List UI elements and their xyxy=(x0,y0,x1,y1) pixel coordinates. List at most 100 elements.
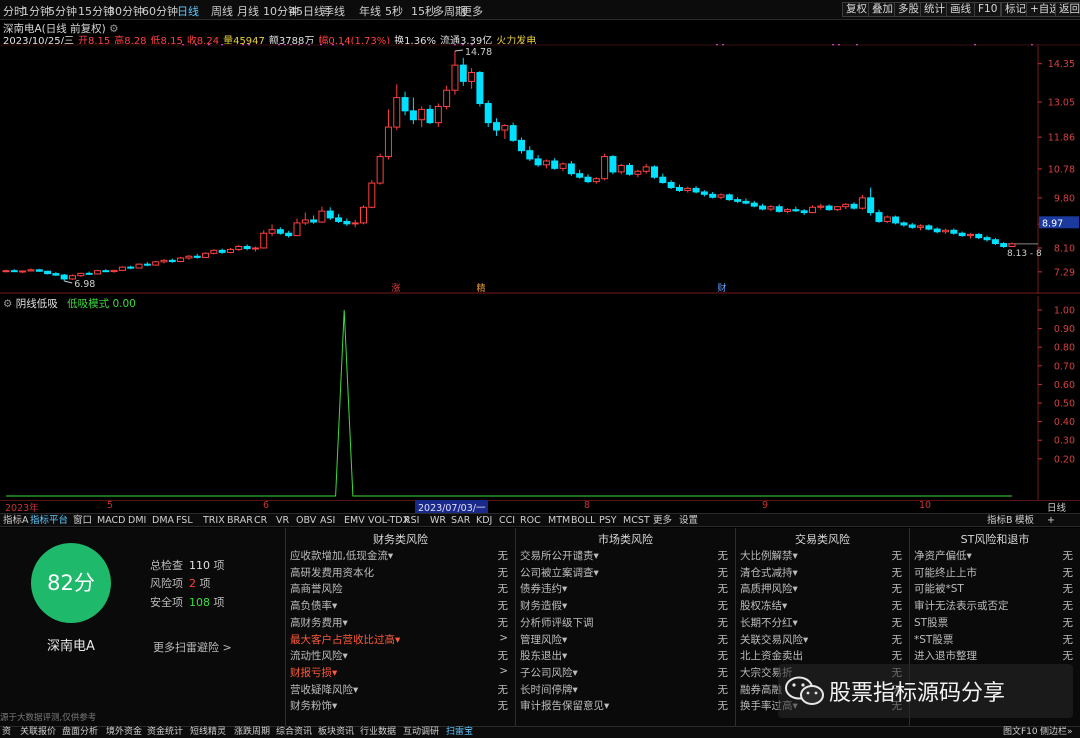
candle-body[interactable] xyxy=(950,229,958,234)
candle-body[interactable] xyxy=(692,187,700,193)
candle-body[interactable] xyxy=(434,105,442,124)
candle-body[interactable] xyxy=(60,274,68,280)
bottom-tab-5[interactable]: 涨跌周期 xyxy=(234,727,270,738)
bottom-tab-10[interactable]: 扫雷宝 xyxy=(446,727,473,738)
candle-body[interactable] xyxy=(759,205,767,210)
candle-body[interactable] xyxy=(418,108,426,121)
candle-body[interactable] xyxy=(443,89,451,107)
period-tab-4[interactable]: 30分钟 xyxy=(108,3,144,19)
candle-body[interactable] xyxy=(501,125,509,131)
risk-item-label[interactable]: 高财务费用▾ xyxy=(290,615,348,630)
toolbar-button-2[interactable]: 多股 xyxy=(894,2,923,17)
bottom-tab-7[interactable]: 板块资讯 xyxy=(318,727,354,738)
risk-item-label[interactable]: 长期不分红▾ xyxy=(740,615,798,630)
candle-body[interactable] xyxy=(626,164,634,175)
indicator-tab-6[interactable]: FSL xyxy=(176,514,193,527)
candlestick-chart[interactable]: 14.3513.0511.8610.789.808.918.107.298.97… xyxy=(0,44,1080,294)
period-tab-16[interactable]: 更多 xyxy=(461,3,483,19)
risk-item-label[interactable]: 最大客户占营收比过高▾ xyxy=(290,632,400,647)
candle-body[interactable] xyxy=(983,237,991,241)
candle-body[interactable] xyxy=(842,203,850,208)
indicator-tab-18[interactable]: KDJ xyxy=(476,514,492,527)
risk-item-label[interactable]: 流动性风险▾ xyxy=(290,648,348,663)
candle-body[interactable] xyxy=(1008,243,1016,248)
candle-body[interactable] xyxy=(609,156,617,173)
indicator-line[interactable] xyxy=(6,309,1012,497)
risk-item-label[interactable]: 交易所公开谴责▾ xyxy=(520,548,599,563)
risk-item-label[interactable]: 审计报告保留意见▾ xyxy=(520,698,609,713)
candle-body[interactable] xyxy=(127,266,135,269)
candle-body[interactable] xyxy=(559,163,567,169)
candle-body[interactable] xyxy=(617,164,625,173)
risk-item-label[interactable]: 高商誉风险 xyxy=(290,581,343,596)
candle-body[interactable] xyxy=(551,160,559,169)
candle-body[interactable] xyxy=(601,156,609,180)
period-tab-1[interactable]: 1分钟 xyxy=(22,3,51,19)
indicator-tab-12[interactable]: ASI xyxy=(320,514,335,527)
bottom-tab-6[interactable]: 综合资讯 xyxy=(276,727,312,738)
bottom-tab-9[interactable]: 互动调研 xyxy=(403,727,439,738)
indicator-tab-11[interactable]: OBV xyxy=(296,514,316,527)
candle-body[interactable] xyxy=(684,187,692,191)
period-tab-12[interactable]: 年线 xyxy=(359,3,381,19)
candle-body[interactable] xyxy=(251,247,259,250)
bottom-tab-1[interactable]: 盘面分析 xyxy=(62,727,98,738)
candle-body[interactable] xyxy=(875,212,883,222)
candle-body[interactable] xyxy=(767,206,775,210)
risk-item-label[interactable]: 审计无法表示或否定 xyxy=(914,598,1009,613)
indicator-tab-19[interactable]: CCI xyxy=(499,514,515,527)
indicator-tab-16[interactable]: WR xyxy=(430,514,446,527)
candle-body[interactable] xyxy=(27,269,35,272)
candle-body[interactable] xyxy=(135,263,143,269)
candle-body[interactable] xyxy=(941,229,949,233)
candle-body[interactable] xyxy=(143,263,151,266)
bottom-tab-left[interactable]: 资 xyxy=(2,727,11,738)
candle-body[interactable] xyxy=(642,166,650,172)
candle-body[interactable] xyxy=(709,193,717,198)
period-tab-8[interactable]: 月线 xyxy=(237,3,259,19)
risk-item-label[interactable]: 财务粉饰▾ xyxy=(290,698,337,713)
candle-body[interactable] xyxy=(933,228,941,233)
candle-body[interactable] xyxy=(384,126,392,158)
candle-body[interactable] xyxy=(534,158,542,166)
candle-body[interactable] xyxy=(10,270,18,273)
toolbar-button-1[interactable]: 叠加 xyxy=(868,2,897,17)
risk-item-label[interactable]: 公司被立案调查▾ xyxy=(520,565,599,580)
indicator-tab-0[interactable]: 指标A xyxy=(3,514,29,527)
risk-item-label[interactable]: 股东退出▾ xyxy=(520,648,567,663)
candle-body[interactable] xyxy=(808,206,816,214)
candle-body[interactable] xyxy=(335,217,343,222)
candle-body[interactable] xyxy=(52,273,60,276)
indicator-tab-3[interactable]: MACD xyxy=(97,514,125,527)
period-tab-2[interactable]: 5分钟 xyxy=(48,3,77,19)
candle-body[interactable] xyxy=(110,269,118,273)
candle-body[interactable] xyxy=(742,200,750,204)
candle-body[interactable] xyxy=(925,225,933,230)
period-tab-5[interactable]: 60分钟 xyxy=(142,3,178,19)
risk-item-label[interactable]: 管理风险▾ xyxy=(520,632,567,647)
candle-body[interactable] xyxy=(792,209,800,212)
candle-body[interactable] xyxy=(202,252,210,258)
risk-item-label[interactable]: 大比例解禁▾ xyxy=(740,548,798,563)
indicator-tab-7[interactable]: TRIX xyxy=(203,514,225,527)
candle-body[interactable] xyxy=(468,72,476,82)
risk-item-label[interactable]: 北上资金卖出 xyxy=(740,648,803,663)
bottom-tab-2[interactable]: 境外资金 xyxy=(106,727,142,738)
candle-body[interactable] xyxy=(634,170,642,175)
candle-body[interactable] xyxy=(268,229,276,234)
candle-body[interactable] xyxy=(93,270,101,275)
candle-body[interactable] xyxy=(991,239,999,245)
indicator-tab-22[interactable]: BOLL xyxy=(571,514,595,527)
risk-item-label[interactable]: 营收疑降风险▾ xyxy=(290,682,358,697)
indicator-chart[interactable]: 1.00 0.90 0.80 0.70 0.60 0.50 0.40 0.30 0.20 xyxy=(0,296,1080,500)
period-tab-6[interactable]: 日线 xyxy=(177,3,199,19)
risk-item-value[interactable]: > xyxy=(488,632,508,644)
toolbar-button-5[interactable]: F10 xyxy=(974,2,1002,17)
candle-body[interactable] xyxy=(1000,243,1008,248)
candle-body[interactable] xyxy=(975,233,983,239)
candle-body[interactable] xyxy=(235,246,243,250)
indicator-tab-5[interactable]: DMA xyxy=(152,514,174,527)
indicator-tab-9[interactable]: CR xyxy=(254,514,267,527)
candle-body[interactable] xyxy=(567,163,575,175)
risk-item-label[interactable]: 可能被*ST xyxy=(914,581,964,596)
